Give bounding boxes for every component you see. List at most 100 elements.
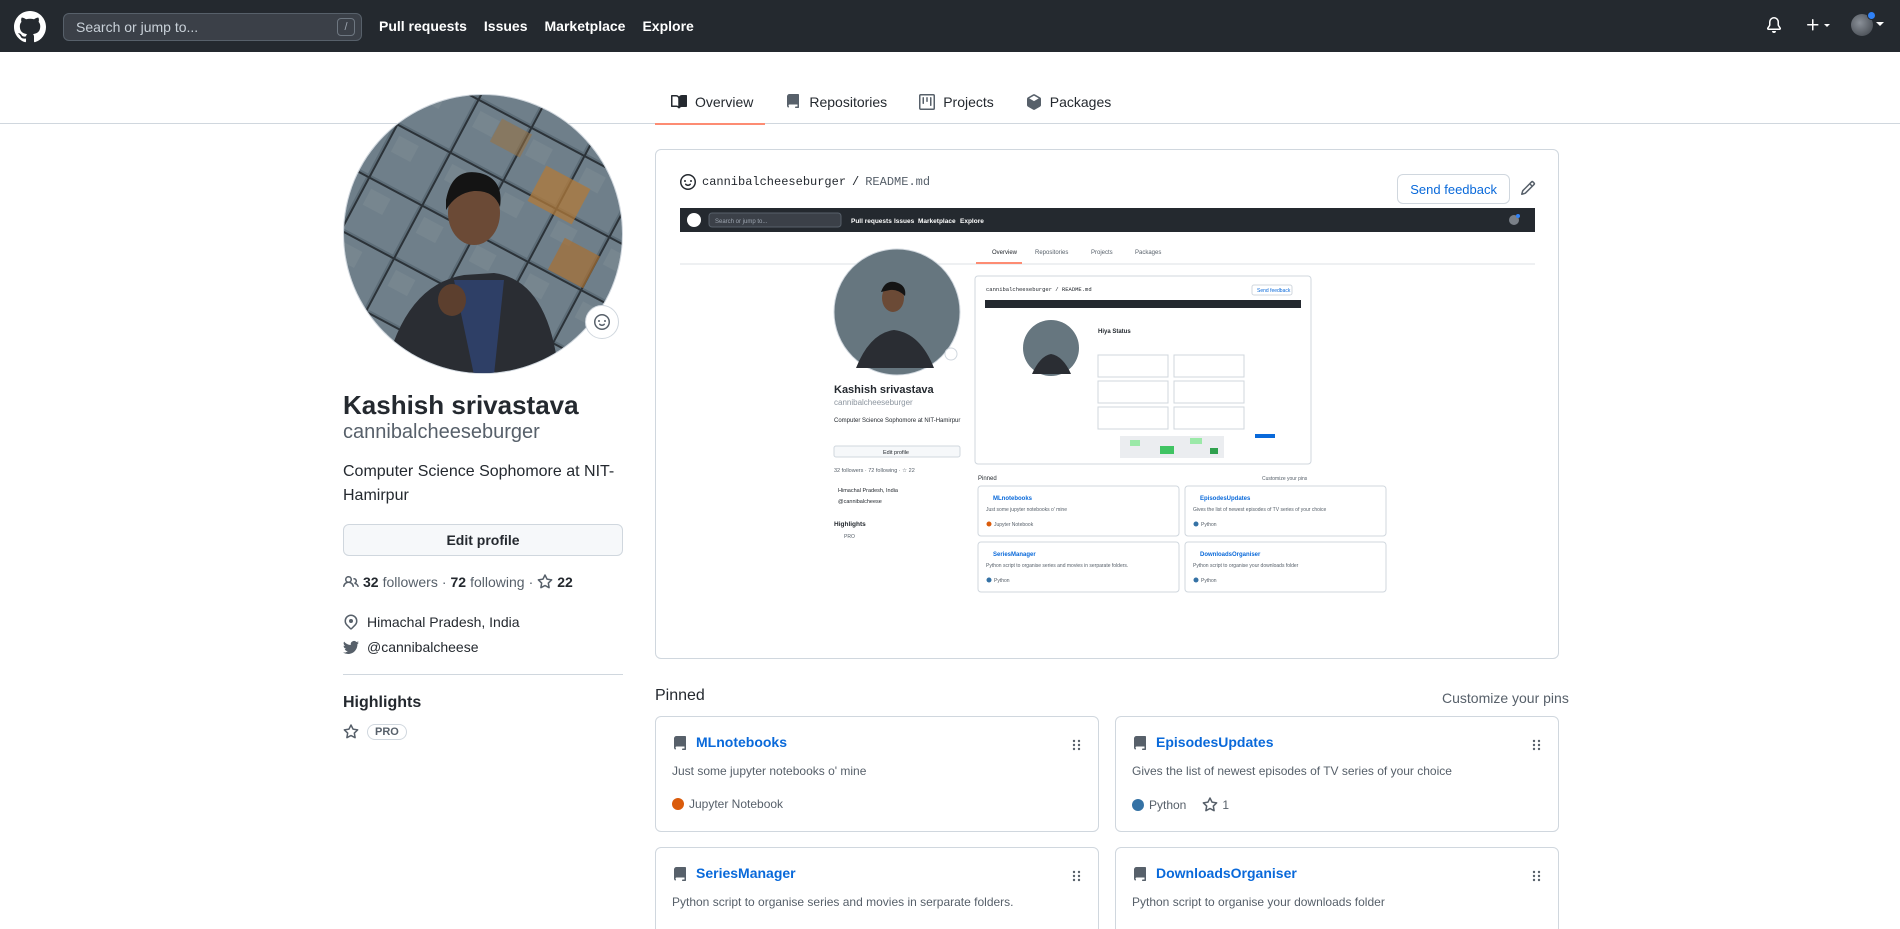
edit-profile-button[interactable]: Edit profile (343, 524, 623, 556)
project-icon (919, 94, 936, 110)
profile-avatar[interactable] (343, 94, 623, 374)
repo-link[interactable]: MLnotebooks (696, 734, 787, 750)
location-pin-icon (344, 614, 358, 630)
pinned-card: EpisodesUpdates Gives the list of newest… (1115, 716, 1559, 832)
following-link[interactable]: 72 following (451, 574, 525, 590)
mini-twitter: @cannibalcheese (838, 499, 882, 505)
repo-icon (787, 94, 800, 108)
twitter-icon (343, 640, 359, 654)
stars-count: 22 (557, 574, 573, 590)
profile-photo (344, 95, 622, 373)
pencil-icon[interactable] (1520, 180, 1536, 196)
mini-nav-4: Explore (960, 218, 984, 225)
profile-location: Himachal Pradesh, India (343, 614, 520, 630)
tab-projects[interactable]: Projects (903, 80, 1006, 124)
user-menu[interactable] (1851, 11, 1884, 36)
mini-tab-3: Projects (1091, 250, 1113, 256)
nav-marketplace[interactable]: Marketplace (545, 18, 626, 34)
divider (343, 674, 623, 675)
pinned-card: DownloadsOrganiser Python script to orga… (1115, 847, 1559, 929)
tab-repositories[interactable]: Repositories (769, 80, 899, 124)
people-icon (343, 575, 359, 588)
profile-name: Kashish srivastava (343, 390, 579, 420)
followers-count: 32 (363, 574, 379, 590)
readme-file-link[interactable]: README.md (865, 175, 930, 189)
nav-issues[interactable]: Issues (484, 18, 528, 34)
pinned-heading: Pinned (655, 687, 705, 704)
send-feedback-button[interactable]: Send feedback (1397, 174, 1510, 204)
repo-icon (1134, 867, 1146, 881)
mini-card-2-name: EpisodesUpdates (1200, 496, 1251, 502)
language-color-dot (1132, 799, 1144, 811)
highlights-heading: Highlights (343, 694, 422, 711)
stars-link[interactable]: 22 (537, 574, 573, 590)
mini-card-3-name: SeriesManager (993, 552, 1036, 558)
profile-username: cannibalcheeseburger (343, 421, 540, 443)
readme-repo-link[interactable]: cannibalcheeseburger (702, 175, 846, 189)
repo-stars-count: 1 (1222, 798, 1230, 812)
global-nav: Pull requests Issues Marketplace Explore (379, 18, 711, 34)
search-placeholder: Search or jump to... (76, 19, 199, 35)
language-name: Jupyter Notebook (689, 797, 784, 811)
tab-overview[interactable]: Overview (655, 80, 766, 125)
bell-icon[interactable] (1763, 14, 1785, 36)
drag-grabber-icon[interactable] (1072, 868, 1082, 884)
plus-dropdown-icon[interactable] (1803, 14, 1833, 36)
mini-card-3-lang: Python (994, 578, 1010, 584)
drag-grabber-icon[interactable] (1072, 737, 1082, 753)
star-icon (1202, 797, 1218, 812)
book-icon (671, 94, 687, 109)
mini-card-1-name: MLnotebooks (993, 496, 1033, 502)
location-text: Himachal Pradesh, India (367, 614, 520, 630)
search-shortcut-hint: / (337, 18, 355, 36)
followers-link[interactable]: 32 followers (363, 574, 438, 590)
profile-bio: Computer Science Sophomore at NIT-Hamirp… (343, 463, 615, 504)
tab-packages-label: Packages (1049, 94, 1112, 110)
mini-edit: Edit profile (883, 450, 909, 456)
mini-card-4-lang: Python (1201, 578, 1217, 584)
nav-explore[interactable]: Explore (642, 18, 693, 34)
repo-stars-link[interactable]: 1 (1202, 797, 1229, 813)
repo-language: Python (1132, 798, 1186, 812)
following-count: 72 (450, 574, 467, 590)
tab-packages[interactable]: Packages (1010, 80, 1123, 124)
profile-tabbar: Overview Repositories Projects Packages (0, 80, 1900, 125)
mini-hiya: Hiya Status (1098, 329, 1131, 335)
separator-dot: · (441, 574, 447, 590)
pro-badge[interactable]: PRO (367, 724, 407, 740)
smiley-icon (594, 314, 610, 330)
repo-meta: Python 1 (1132, 797, 1229, 813)
repo-icon (674, 867, 686, 881)
customize-pins-link[interactable]: Customize your pins (1442, 690, 1569, 706)
mini-card-1-lang: Jupyter Notebook (994, 522, 1034, 528)
repo-description: Just some jupyter notebooks o' mine (672, 764, 867, 778)
header-actions (1763, 11, 1884, 36)
caret-down-icon (1876, 22, 1884, 26)
mini-highlights: Highlights (834, 521, 866, 528)
tab-overview-label: Overview (695, 94, 754, 110)
search-input[interactable]: Search or jump to... / (63, 13, 362, 41)
mini-follow: 32 followers · 72 following · ☆ 22 (834, 467, 915, 474)
tab-repositories-label: Repositories (809, 94, 888, 110)
mini-nav-3: Marketplace (918, 218, 956, 225)
mini-card-3-desc: Python script to organise series and mov… (986, 563, 1128, 569)
mini-pro: PRO (844, 534, 855, 540)
repo-icon (1134, 736, 1146, 750)
repo-link[interactable]: EpisodesUpdates (1156, 734, 1273, 750)
nav-pull-requests[interactable]: Pull requests (379, 18, 467, 34)
drag-grabber-icon[interactable] (1532, 868, 1542, 884)
set-status-button[interactable] (585, 305, 619, 339)
repo-link[interactable]: DownloadsOrganiser (1156, 865, 1297, 881)
drag-grabber-icon[interactable] (1532, 737, 1542, 753)
star-icon (343, 724, 359, 739)
star-icon (537, 574, 553, 589)
repo-meta: Jupyter Notebook (672, 797, 783, 811)
mini-login: cannibalcheeseburger (834, 398, 913, 407)
repo-link[interactable]: SeriesManager (696, 865, 796, 881)
mini-card-4-name: DownloadsOrganiser (1200, 552, 1261, 558)
profile-twitter[interactable]: @cannibalcheese (343, 639, 479, 655)
github-logo-icon[interactable] (14, 11, 46, 43)
repo-description: Gives the list of newest episodes of TV … (1132, 764, 1452, 778)
tab-projects-label: Projects (943, 94, 994, 110)
mini-search: Search or jump to... (715, 219, 768, 225)
